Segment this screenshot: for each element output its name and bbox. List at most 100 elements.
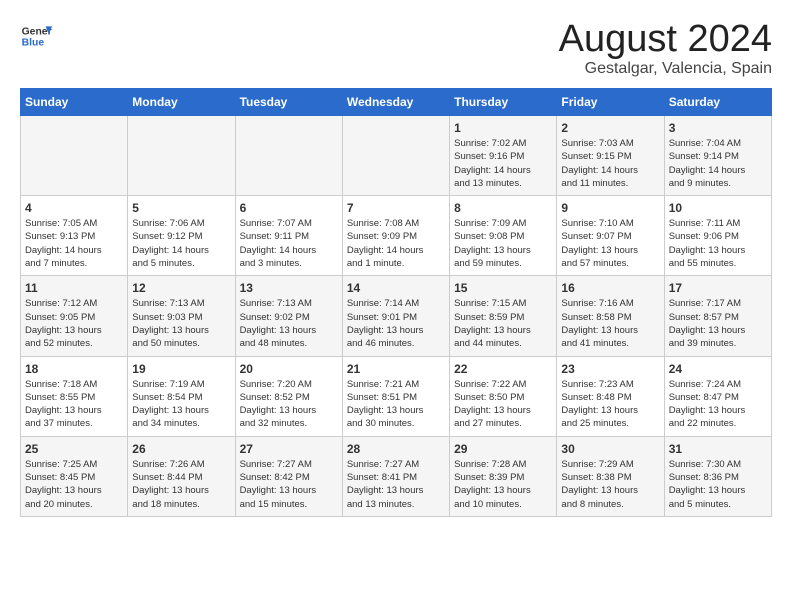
day-number: 9 xyxy=(561,201,659,215)
calendar-cell: 20 Sunrise: 7:20 AM Sunset: 8:52 PM Dayli… xyxy=(235,356,342,436)
day-info: Sunrise: 7:28 AM Sunset: 8:39 PM Dayligh… xyxy=(454,458,552,511)
header-sunday: Sunday xyxy=(21,89,128,116)
day-info: Sunrise: 7:26 AM Sunset: 8:44 PM Dayligh… xyxy=(132,458,230,511)
day-info: Sunrise: 7:29 AM Sunset: 8:38 PM Dayligh… xyxy=(561,458,659,511)
calendar-cell: 25 Sunrise: 7:25 AM Sunset: 8:45 PM Dayli… xyxy=(21,436,128,516)
header-saturday: Saturday xyxy=(664,89,771,116)
day-info: Sunrise: 7:04 AM Sunset: 9:14 PM Dayligh… xyxy=(669,137,767,190)
day-info: Sunrise: 7:17 AM Sunset: 8:57 PM Dayligh… xyxy=(669,297,767,350)
day-number: 27 xyxy=(240,442,338,456)
day-number: 28 xyxy=(347,442,445,456)
day-info: Sunrise: 7:02 AM Sunset: 9:16 PM Dayligh… xyxy=(454,137,552,190)
day-number: 25 xyxy=(25,442,123,456)
calendar-cell: 15 Sunrise: 7:15 AM Sunset: 8:59 PM Dayli… xyxy=(450,276,557,356)
day-info: Sunrise: 7:16 AM Sunset: 8:58 PM Dayligh… xyxy=(561,297,659,350)
calendar-week-5: 25 Sunrise: 7:25 AM Sunset: 8:45 PM Dayli… xyxy=(21,436,772,516)
calendar-cell: 31Sunrise: 7:30 AM Sunset: 8:36 PM Dayli… xyxy=(664,436,771,516)
day-number: 22 xyxy=(454,362,552,376)
calendar-week-3: 11 Sunrise: 7:12 AM Sunset: 9:05 PM Dayli… xyxy=(21,276,772,356)
day-number: 4 xyxy=(25,201,123,215)
day-info: Sunrise: 7:11 AM Sunset: 9:06 PM Dayligh… xyxy=(669,217,767,270)
calendar-body: 1 Sunrise: 7:02 AM Sunset: 9:16 PM Daylig… xyxy=(21,116,772,517)
day-number: 23 xyxy=(561,362,659,376)
calendar-table: SundayMondayTuesdayWednesdayThursdayFrid… xyxy=(20,88,772,517)
calendar-cell: 7 Sunrise: 7:08 AM Sunset: 9:09 PM Daylig… xyxy=(342,196,449,276)
header-wednesday: Wednesday xyxy=(342,89,449,116)
calendar-cell: 23Sunrise: 7:23 AM Sunset: 8:48 PM Dayli… xyxy=(557,356,664,436)
calendar-cell: 24 Sunrise: 7:24 AM Sunset: 8:47 PM Dayli… xyxy=(664,356,771,436)
day-info: Sunrise: 7:13 AM Sunset: 9:03 PM Dayligh… xyxy=(132,297,230,350)
calendar-cell: 18Sunrise: 7:18 AM Sunset: 8:55 PM Dayli… xyxy=(21,356,128,436)
day-number: 11 xyxy=(25,281,123,295)
day-info: Sunrise: 7:10 AM Sunset: 9:07 PM Dayligh… xyxy=(561,217,659,270)
day-number: 3 xyxy=(669,121,767,135)
header-monday: Monday xyxy=(128,89,235,116)
day-info: Sunrise: 7:22 AM Sunset: 8:50 PM Dayligh… xyxy=(454,378,552,431)
day-number: 14 xyxy=(347,281,445,295)
svg-text:Blue: Blue xyxy=(22,38,45,49)
day-number: 7 xyxy=(347,201,445,215)
calendar-cell: 16Sunrise: 7:16 AM Sunset: 8:58 PM Dayli… xyxy=(557,276,664,356)
day-info: Sunrise: 7:06 AM Sunset: 9:12 PM Dayligh… xyxy=(132,217,230,270)
calendar-week-2: 4 Sunrise: 7:05 AM Sunset: 9:13 PM Daylig… xyxy=(21,196,772,276)
day-number: 26 xyxy=(132,442,230,456)
calendar-cell: 1 Sunrise: 7:02 AM Sunset: 9:16 PM Daylig… xyxy=(450,116,557,196)
calendar-cell: 30 Sunrise: 7:29 AM Sunset: 8:38 PM Dayli… xyxy=(557,436,664,516)
day-info: Sunrise: 7:25 AM Sunset: 8:45 PM Dayligh… xyxy=(25,458,123,511)
calendar-cell: 6 Sunrise: 7:07 AM Sunset: 9:11 PM Daylig… xyxy=(235,196,342,276)
day-number: 10 xyxy=(669,201,767,215)
calendar-cell: 14Sunrise: 7:14 AM Sunset: 9:01 PM Dayli… xyxy=(342,276,449,356)
day-info: Sunrise: 7:18 AM Sunset: 8:55 PM Dayligh… xyxy=(25,378,123,431)
day-info: Sunrise: 7:08 AM Sunset: 9:09 PM Dayligh… xyxy=(347,217,445,270)
day-info: Sunrise: 7:30 AM Sunset: 8:36 PM Dayligh… xyxy=(669,458,767,511)
calendar-cell: 19 Sunrise: 7:19 AM Sunset: 8:54 PM Dayli… xyxy=(128,356,235,436)
day-number: 1 xyxy=(454,121,552,135)
day-number: 6 xyxy=(240,201,338,215)
day-info: Sunrise: 7:12 AM Sunset: 9:05 PM Dayligh… xyxy=(25,297,123,350)
calendar-cell xyxy=(21,116,128,196)
day-number: 24 xyxy=(669,362,767,376)
day-info: Sunrise: 7:20 AM Sunset: 8:52 PM Dayligh… xyxy=(240,378,338,431)
day-number: 15 xyxy=(454,281,552,295)
day-info: Sunrise: 7:15 AM Sunset: 8:59 PM Dayligh… xyxy=(454,297,552,350)
day-info: Sunrise: 7:27 AM Sunset: 8:41 PM Dayligh… xyxy=(347,458,445,511)
month-year: August 2024 xyxy=(559,20,772,58)
title-block: August 2024 Gestalgar, Valencia, Spain xyxy=(559,20,772,78)
day-number: 20 xyxy=(240,362,338,376)
day-info: Sunrise: 7:07 AM Sunset: 9:11 PM Dayligh… xyxy=(240,217,338,270)
day-info: Sunrise: 7:21 AM Sunset: 8:51 PM Dayligh… xyxy=(347,378,445,431)
calendar-cell xyxy=(128,116,235,196)
logo-icon: General Blue xyxy=(20,20,52,52)
page-header: General Blue August 2024 Gestalgar, Vale… xyxy=(20,20,772,78)
calendar-cell: 13 Sunrise: 7:13 AM Sunset: 9:02 PM Dayli… xyxy=(235,276,342,356)
calendar-cell: 5Sunrise: 7:06 AM Sunset: 9:12 PM Daylig… xyxy=(128,196,235,276)
header-tuesday: Tuesday xyxy=(235,89,342,116)
day-number: 29 xyxy=(454,442,552,456)
calendar-week-1: 1 Sunrise: 7:02 AM Sunset: 9:16 PM Daylig… xyxy=(21,116,772,196)
header-thursday: Thursday xyxy=(450,89,557,116)
calendar-cell: 26 Sunrise: 7:26 AM Sunset: 8:44 PM Dayli… xyxy=(128,436,235,516)
day-number: 13 xyxy=(240,281,338,295)
day-info: Sunrise: 7:13 AM Sunset: 9:02 PM Dayligh… xyxy=(240,297,338,350)
calendar-cell: 22 Sunrise: 7:22 AM Sunset: 8:50 PM Dayli… xyxy=(450,356,557,436)
calendar-cell: 4 Sunrise: 7:05 AM Sunset: 9:13 PM Daylig… xyxy=(21,196,128,276)
day-number: 21 xyxy=(347,362,445,376)
calendar-cell xyxy=(235,116,342,196)
calendar-cell: 12Sunrise: 7:13 AM Sunset: 9:03 PM Dayli… xyxy=(128,276,235,356)
calendar-cell: 8Sunrise: 7:09 AM Sunset: 9:08 PM Daylig… xyxy=(450,196,557,276)
calendar-cell: 29 Sunrise: 7:28 AM Sunset: 8:39 PM Dayli… xyxy=(450,436,557,516)
calendar-cell xyxy=(342,116,449,196)
day-info: Sunrise: 7:09 AM Sunset: 9:08 PM Dayligh… xyxy=(454,217,552,270)
day-info: Sunrise: 7:27 AM Sunset: 8:42 PM Dayligh… xyxy=(240,458,338,511)
day-info: Sunrise: 7:19 AM Sunset: 8:54 PM Dayligh… xyxy=(132,378,230,431)
day-info: Sunrise: 7:24 AM Sunset: 8:47 PM Dayligh… xyxy=(669,378,767,431)
day-number: 19 xyxy=(132,362,230,376)
calendar-cell: 17 Sunrise: 7:17 AM Sunset: 8:57 PM Dayli… xyxy=(664,276,771,356)
calendar-cell: 21 Sunrise: 7:21 AM Sunset: 8:51 PM Dayli… xyxy=(342,356,449,436)
calendar-cell: 11 Sunrise: 7:12 AM Sunset: 9:05 PM Dayli… xyxy=(21,276,128,356)
day-number: 17 xyxy=(669,281,767,295)
day-info: Sunrise: 7:05 AM Sunset: 9:13 PM Dayligh… xyxy=(25,217,123,270)
day-info: Sunrise: 7:03 AM Sunset: 9:15 PM Dayligh… xyxy=(561,137,659,190)
calendar-cell: 10 Sunrise: 7:11 AM Sunset: 9:06 PM Dayli… xyxy=(664,196,771,276)
day-number: 30 xyxy=(561,442,659,456)
